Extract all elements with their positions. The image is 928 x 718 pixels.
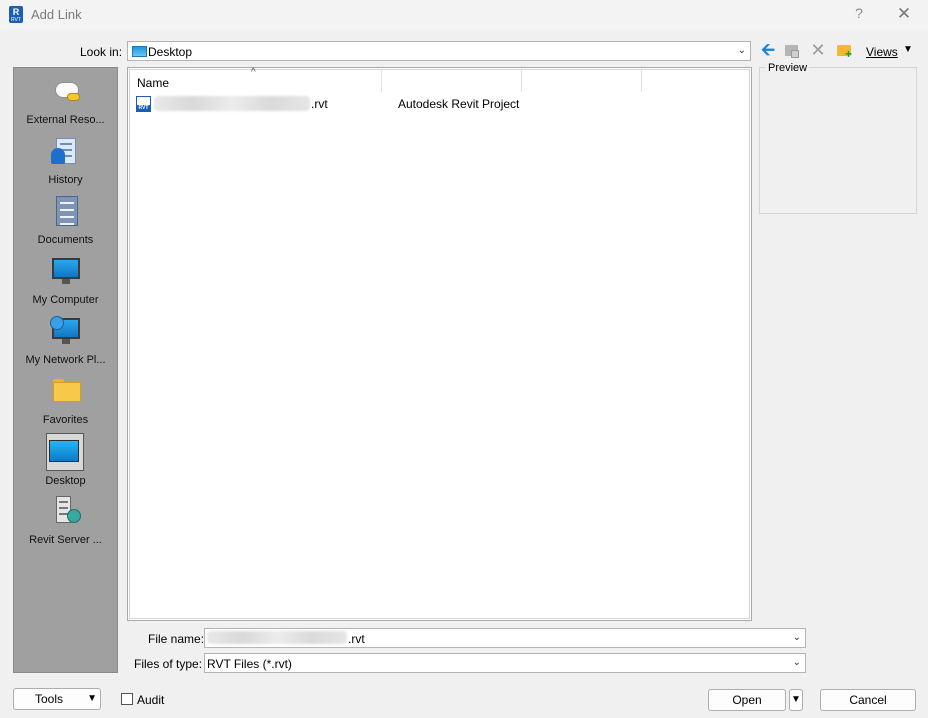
tools-dropdown-icon: ▼ bbox=[87, 693, 97, 704]
place-my-computer[interactable]: My Computer bbox=[14, 256, 117, 316]
close-button[interactable]: ✕ bbox=[895, 4, 913, 24]
place-documents[interactable]: Documents bbox=[14, 196, 117, 256]
place-external-resources[interactable]: External Reso... bbox=[14, 76, 117, 136]
preview-label: Preview bbox=[766, 62, 810, 74]
title-bar: R RVT Add Link ? ✕ bbox=[0, 0, 928, 30]
column-header-modified[interactable] bbox=[642, 70, 742, 92]
folder-icon bbox=[50, 376, 82, 408]
column-header-size[interactable] bbox=[522, 70, 642, 92]
tools-label: Tools bbox=[35, 692, 64, 706]
look-in-label: Look in: bbox=[80, 45, 123, 59]
up-one-level-button[interactable] bbox=[783, 42, 801, 60]
place-label: My Network Pl... bbox=[25, 354, 106, 366]
file-name-field[interactable]: .rvt ⌄ bbox=[204, 628, 806, 648]
chevron-down-icon[interactable]: ⌄ bbox=[793, 632, 801, 643]
files-of-type-value: RVT Files (*.rvt) bbox=[207, 657, 292, 671]
look-in-value: Desktop bbox=[148, 45, 193, 59]
cloud-icon bbox=[50, 76, 82, 108]
place-revit-server[interactable]: Revit Server ... bbox=[14, 496, 117, 556]
chevron-down-icon: ⌄ bbox=[792, 657, 801, 668]
open-dropdown-button[interactable]: ▼ bbox=[789, 689, 803, 711]
place-label: History bbox=[48, 174, 83, 186]
help-button[interactable]: ? bbox=[851, 5, 867, 23]
back-button[interactable]: 🡨 bbox=[759, 41, 777, 60]
file-name-value: .rvt bbox=[348, 632, 365, 646]
revit-app-icon: R RVT bbox=[9, 6, 23, 23]
rvt-file-icon: RVT bbox=[136, 96, 151, 112]
files-of-type-label: Files of type: bbox=[134, 657, 203, 671]
new-folder-button[interactable]: + bbox=[836, 42, 854, 60]
files-of-type-select[interactable]: RVT Files (*.rvt) ⌄ bbox=[204, 653, 806, 673]
file-row[interactable]: RVT .rvt Autodesk Revit Project bbox=[132, 95, 732, 113]
sort-ascending-icon: ^ bbox=[251, 67, 256, 78]
place-desktop[interactable]: Desktop bbox=[14, 433, 117, 497]
network-icon bbox=[50, 316, 82, 348]
place-label: Documents bbox=[37, 234, 94, 246]
place-label: External Reso... bbox=[26, 114, 105, 126]
place-my-network-places[interactable]: My Network Pl... bbox=[14, 316, 117, 376]
place-favorites[interactable]: Favorites bbox=[14, 376, 117, 436]
checkbox-box[interactable] bbox=[121, 693, 133, 705]
redacted-file-name bbox=[154, 96, 310, 111]
place-label: Desktop bbox=[45, 475, 86, 487]
place-history[interactable]: History bbox=[14, 136, 117, 196]
file-list[interactable]: ^ Name RVT .rvt Autodesk Revit Project bbox=[127, 67, 752, 621]
delete-button[interactable]: ✕ bbox=[809, 41, 827, 60]
cancel-button[interactable]: Cancel bbox=[820, 689, 916, 711]
views-dropdown-icon[interactable]: ▼ bbox=[903, 44, 913, 55]
file-name-extension: .rvt bbox=[311, 97, 328, 111]
window-title: Add Link bbox=[31, 7, 82, 22]
place-label: Revit Server ... bbox=[29, 534, 102, 546]
documents-icon bbox=[50, 196, 82, 228]
desktop-folder-icon bbox=[132, 46, 147, 57]
desktop-icon bbox=[46, 433, 84, 471]
file-type: Autodesk Revit Project bbox=[398, 97, 520, 111]
chevron-down-icon: ⌄ bbox=[737, 45, 746, 56]
history-icon bbox=[50, 136, 82, 168]
open-button[interactable]: Open bbox=[708, 689, 786, 711]
column-header-type[interactable] bbox=[382, 70, 522, 92]
tools-button[interactable]: Tools ▼ bbox=[13, 688, 101, 710]
audit-label: Audit bbox=[137, 693, 165, 707]
place-label: My Computer bbox=[32, 294, 99, 306]
file-name-label: File name: bbox=[148, 632, 205, 646]
preview-pane bbox=[759, 67, 917, 214]
server-icon bbox=[50, 496, 82, 528]
views-button[interactable]: Views bbox=[866, 45, 898, 59]
places-bar: External Reso... History Documents My Co… bbox=[13, 67, 118, 673]
look-in-combo[interactable]: Desktop ⌄ bbox=[127, 41, 751, 61]
redacted-file-name bbox=[207, 631, 347, 644]
column-header-name[interactable]: ^ Name bbox=[130, 67, 380, 92]
computer-icon bbox=[50, 256, 82, 288]
place-label: Favorites bbox=[42, 414, 89, 426]
